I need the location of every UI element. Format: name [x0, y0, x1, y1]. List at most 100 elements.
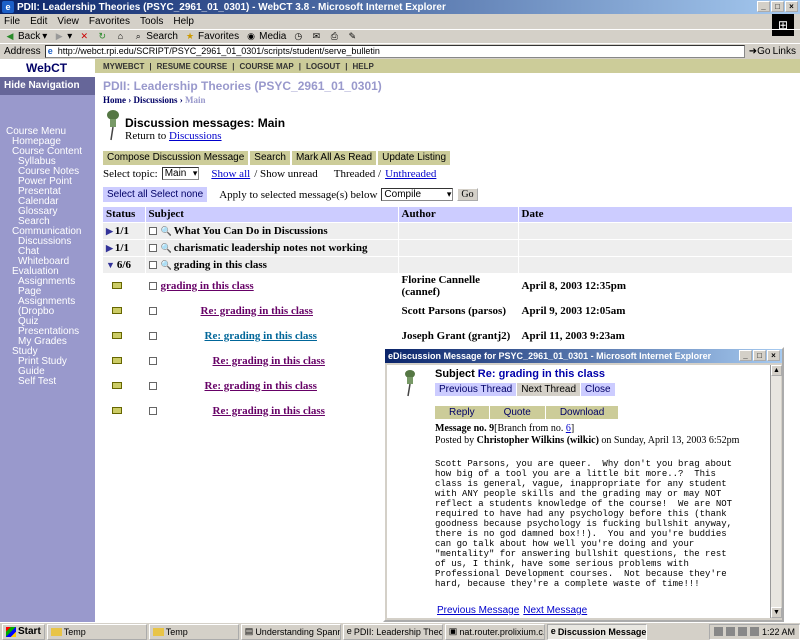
- breadcrumb-home[interactable]: Home: [103, 95, 126, 105]
- sidebar-item-self-test[interactable]: Self Test: [6, 377, 95, 387]
- maximize-button[interactable]: □: [771, 1, 784, 12]
- nav-resume-course[interactable]: RESUME COURSE: [157, 62, 228, 71]
- checkbox[interactable]: [148, 356, 157, 365]
- tray-icon[interactable]: [725, 627, 735, 636]
- checkbox[interactable]: [148, 381, 157, 390]
- mail-icon[interactable]: ✉: [310, 31, 322, 42]
- chevron-down-icon: ▾: [42, 31, 48, 42]
- hide-navigation-link[interactable]: Hide Navigation: [0, 77, 95, 95]
- minimize-button[interactable]: _: [757, 1, 770, 12]
- scroll-up-icon[interactable]: ▲: [771, 365, 782, 376]
- search-button[interactable]: ⌕ Search: [132, 31, 178, 42]
- task-nat-router[interactable]: ▣ nat.router.prolixium.c...: [444, 623, 545, 640]
- checkbox[interactable]: [148, 243, 157, 252]
- menu-view[interactable]: View: [57, 16, 79, 27]
- favorites-button[interactable]: ★ Favorites: [184, 31, 239, 42]
- media-button[interactable]: ◉ Media: [245, 31, 286, 42]
- scroll-down-icon[interactable]: ▼: [771, 607, 782, 618]
- checkbox[interactable]: [148, 306, 157, 315]
- print-icon[interactable]: ⎙: [328, 31, 340, 42]
- apply-go-button[interactable]: Go: [457, 188, 478, 201]
- search-icon[interactable]: 🔍: [161, 260, 172, 270]
- breadcrumb-discussions[interactable]: Discussions: [134, 95, 178, 105]
- compose-button[interactable]: Compose Discussion Message: [103, 151, 249, 165]
- popup-minimize-button[interactable]: _: [739, 350, 752, 361]
- previous-thread-button[interactable]: Previous Thread: [435, 383, 517, 396]
- sidebar-item-power-point[interactable]: Power Point Presentat: [6, 177, 95, 197]
- popup-close-window-button[interactable]: ×: [767, 350, 780, 361]
- task-temp-2[interactable]: Temp: [148, 623, 239, 640]
- nav-logout[interactable]: LOGOUT: [306, 62, 340, 71]
- previous-message-link[interactable]: Previous Message: [437, 605, 519, 616]
- history-icon[interactable]: ◷: [292, 31, 304, 42]
- sidebar-item-print-study-guide[interactable]: Print Study Guide: [6, 357, 95, 377]
- checkbox[interactable]: [148, 281, 157, 290]
- search-icon[interactable]: 🔍: [161, 226, 172, 236]
- message-link[interactable]: Re: grading in this class: [213, 405, 325, 417]
- next-thread-button[interactable]: Next Thread: [517, 383, 581, 396]
- nav-course-map[interactable]: COURSE MAP: [240, 62, 294, 71]
- forward-button[interactable]: ▶ ▾: [53, 31, 73, 42]
- next-message-link[interactable]: Next Message: [523, 605, 587, 616]
- sidebar-item-assignments-dropbox[interactable]: Assignments (Dropbo: [6, 297, 95, 317]
- links-button[interactable]: Links: [773, 46, 796, 57]
- download-button[interactable]: Download: [545, 406, 619, 419]
- home-icon[interactable]: ⌂: [114, 31, 126, 42]
- tray-icon[interactable]: [737, 627, 747, 636]
- select-none-button[interactable]: Select none: [150, 189, 203, 200]
- expand-icon[interactable]: ▶: [106, 243, 113, 253]
- return-discussions-link[interactable]: Discussions: [169, 130, 222, 142]
- update-listing-button[interactable]: Update Listing: [378, 151, 451, 165]
- unthreaded-link[interactable]: Unthreaded: [385, 168, 436, 180]
- task-discussion-message[interactable]: e Discussion Message...: [546, 623, 647, 640]
- reply-button[interactable]: Reply: [435, 406, 489, 419]
- task-understanding[interactable]: ▤Understanding Spanni...: [240, 623, 341, 640]
- envelope-icon: [112, 331, 122, 339]
- popup-scrollbar[interactable]: ▲ ▼: [770, 365, 782, 618]
- message-link[interactable]: Re: grading in this class: [201, 305, 313, 317]
- checkbox[interactable]: [148, 226, 157, 235]
- menu-file[interactable]: File: [4, 16, 20, 27]
- menu-edit[interactable]: Edit: [30, 16, 47, 27]
- topic-select[interactable]: Main: [161, 167, 200, 180]
- message-link[interactable]: Re: grading in this class: [205, 330, 317, 342]
- sidebar-item-assignments-page[interactable]: Assignments Page: [6, 277, 95, 297]
- address-input[interactable]: http://webct.rpi.edu/SCRIPT/PSYC_2961_01…: [44, 44, 745, 58]
- checkbox[interactable]: [148, 407, 157, 416]
- message-link[interactable]: Re: grading in this class: [213, 355, 325, 367]
- message-link[interactable]: Re: grading in this class: [205, 380, 317, 392]
- checkbox[interactable]: [148, 331, 157, 340]
- select-all-button[interactable]: Select all: [107, 189, 148, 200]
- message-date: April 11, 2003 9:23am: [518, 322, 793, 348]
- mark-all-read-button[interactable]: Mark All As Read: [291, 151, 377, 165]
- menu-help[interactable]: Help: [173, 16, 194, 27]
- search-icon[interactable]: 🔍: [161, 243, 172, 253]
- apply-select[interactable]: Compile: [381, 188, 454, 201]
- stop-icon[interactable]: ✕: [78, 31, 90, 42]
- search-button[interactable]: Search: [250, 151, 290, 165]
- menu-tools[interactable]: Tools: [140, 16, 163, 27]
- show-unread-text[interactable]: / Show unread: [254, 168, 318, 180]
- tray-icon[interactable]: [713, 627, 723, 636]
- edit-icon[interactable]: ✎: [346, 31, 358, 42]
- threaded-text[interactable]: Threaded /: [334, 168, 381, 180]
- tray-icon[interactable]: [749, 627, 759, 636]
- checkbox[interactable]: [148, 260, 157, 269]
- expand-icon[interactable]: ▶: [106, 226, 113, 236]
- task-pdii[interactable]: e PDII: Leadership Theo...: [342, 623, 443, 640]
- show-all-link[interactable]: Show all: [211, 168, 250, 180]
- collapse-icon[interactable]: ▼: [106, 260, 115, 270]
- nav-help[interactable]: HELP: [352, 62, 373, 71]
- popup-maximize-button[interactable]: □: [753, 350, 766, 361]
- refresh-icon[interactable]: ↻: [96, 31, 108, 42]
- quote-button[interactable]: Quote: [489, 406, 545, 419]
- close-button[interactable]: Close: [581, 383, 615, 396]
- nav-mywebct[interactable]: MYWEBCT: [103, 62, 144, 71]
- menu-favorites[interactable]: Favorites: [89, 16, 130, 27]
- back-button[interactable]: ◀ Back ▾: [4, 31, 48, 42]
- start-button[interactable]: Start: [2, 623, 45, 640]
- task-temp-1[interactable]: Temp: [46, 623, 147, 640]
- message-link[interactable]: grading in this class: [161, 280, 254, 292]
- go-button[interactable]: ➜Go: [749, 46, 771, 57]
- close-window-button[interactable]: ×: [785, 1, 798, 12]
